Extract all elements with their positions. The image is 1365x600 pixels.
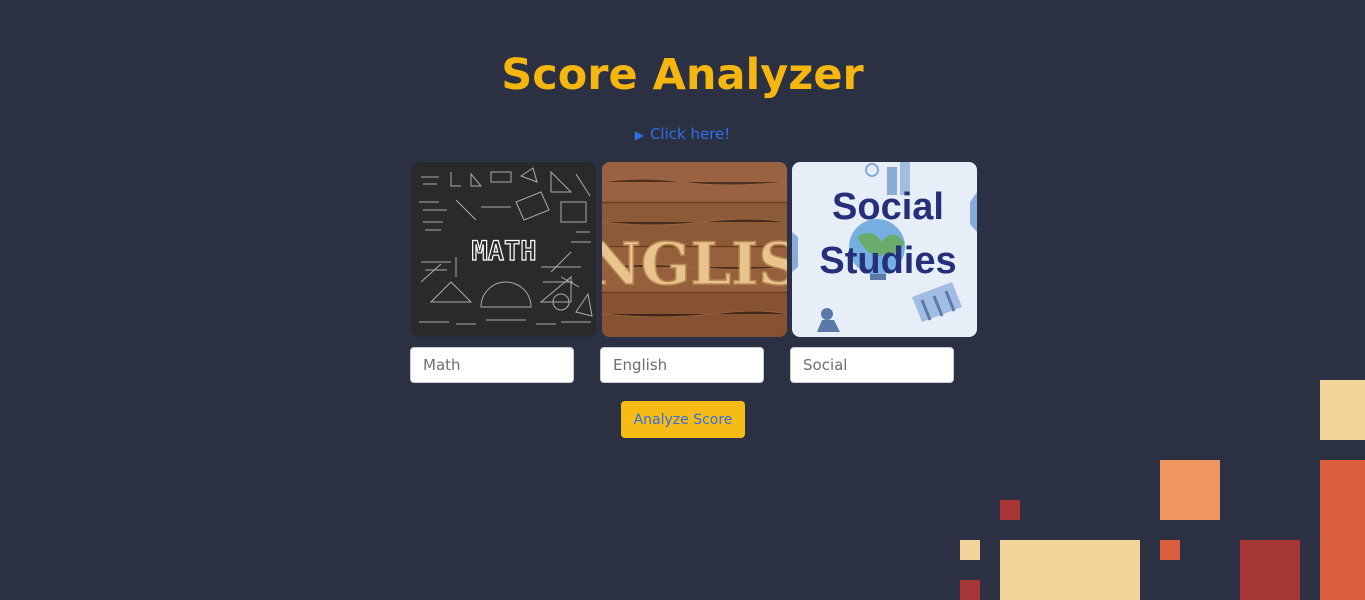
decor-block bbox=[1160, 540, 1180, 560]
decor-block bbox=[960, 540, 980, 560]
disclosure-triangle-icon: ▶ bbox=[634, 128, 644, 142]
details-label: Click here! bbox=[649, 125, 731, 143]
english-image-text: NGLIS bbox=[602, 230, 787, 298]
decor-block bbox=[1160, 460, 1220, 520]
social-studies-image: Social Studies bbox=[792, 162, 977, 337]
social-score-input[interactable] bbox=[790, 347, 954, 383]
details-toggle[interactable]: ▶ Click here! bbox=[0, 125, 1365, 143]
english-image: NGLIS bbox=[602, 162, 787, 337]
math-score-input[interactable] bbox=[410, 347, 574, 383]
decor-block bbox=[1320, 380, 1365, 440]
analyze-score-button[interactable]: Analyze Score bbox=[621, 401, 745, 438]
social-studies-image-line1: Social bbox=[832, 186, 944, 228]
decor-block bbox=[960, 580, 980, 600]
math-image-text: MATH bbox=[471, 236, 536, 267]
decor-block bbox=[1000, 500, 1020, 520]
decor-block bbox=[1000, 540, 1140, 600]
page-title: Score Analyzer bbox=[501, 50, 864, 100]
social-studies-image-line2: Studies bbox=[819, 240, 956, 282]
english-score-input[interactable] bbox=[600, 347, 764, 383]
decor-block bbox=[1320, 460, 1365, 600]
math-image: MATH bbox=[411, 162, 596, 337]
decor-block bbox=[1240, 540, 1300, 600]
